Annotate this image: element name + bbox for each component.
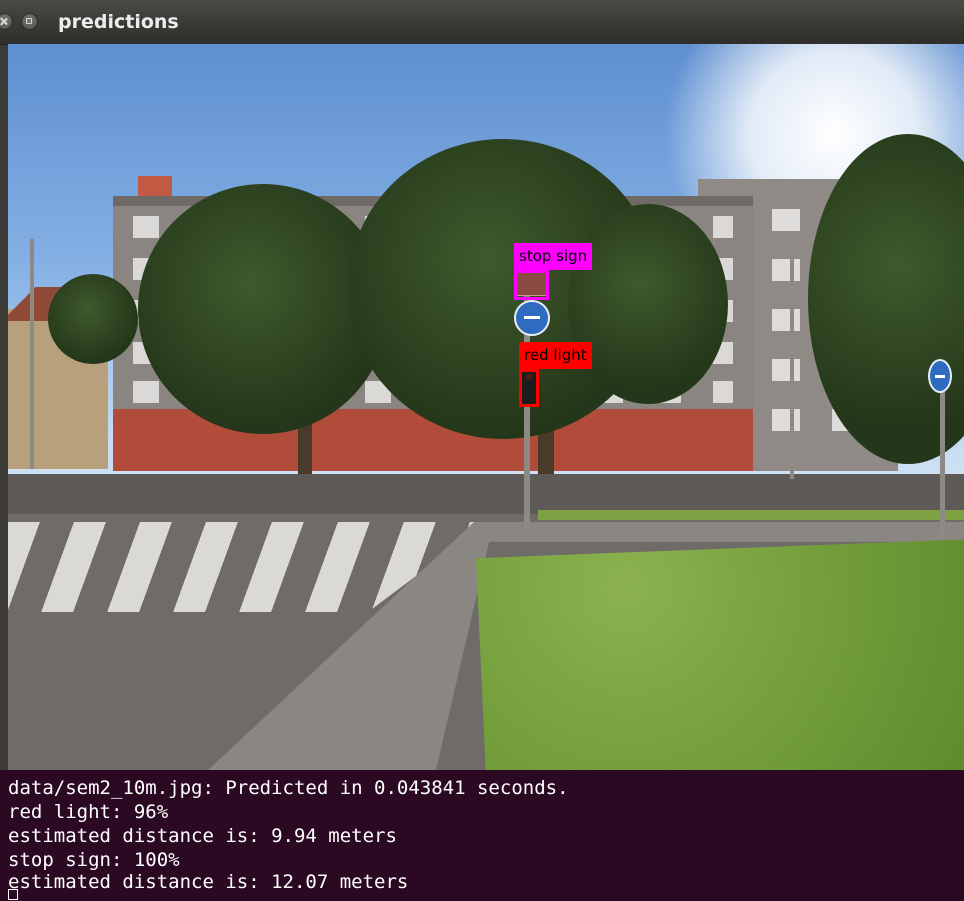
maximize-icon[interactable] (21, 13, 38, 30)
terminal-line: red light: 96% (8, 801, 169, 823)
grass-lawn (476, 539, 964, 770)
direction-sign-icon (514, 300, 550, 336)
detection-label: red light (519, 342, 592, 369)
tree-far-left (48, 274, 138, 364)
close-icon[interactable] (0, 13, 13, 30)
detection-label: stop sign (514, 243, 593, 270)
terminal-line: stop sign: 100% (8, 849, 180, 871)
terminal-cursor (8, 889, 18, 900)
street-lamp-pole-right (790, 254, 794, 479)
window-titlebar[interactable]: predictions (0, 0, 964, 45)
grass-strip (538, 510, 964, 520)
window-title: predictions (58, 11, 179, 33)
terminal-line: estimated distance is: 9.94 meters (8, 825, 397, 847)
detection-box (519, 369, 539, 407)
detection-box (514, 270, 549, 300)
terminal-output[interactable]: data/sem2_10m.jpg: Predicted in 0.043841… (0, 770, 964, 901)
direction-sign-right-icon (928, 359, 952, 393)
prediction-image: stop sign red light (8, 44, 964, 770)
tree-center-right (568, 204, 728, 404)
predictions-window: predictions stop sign red light (0, 0, 964, 770)
terminal-line: estimated distance is: 12.07 meters (8, 871, 409, 893)
road-far-lane (8, 474, 964, 514)
street-lamp-pole (30, 239, 34, 469)
building-corner (138, 176, 172, 196)
sign-pole-right (940, 384, 945, 540)
terminal-line: data/sem2_10m.jpg: Predicted in 0.043841… (8, 777, 569, 799)
